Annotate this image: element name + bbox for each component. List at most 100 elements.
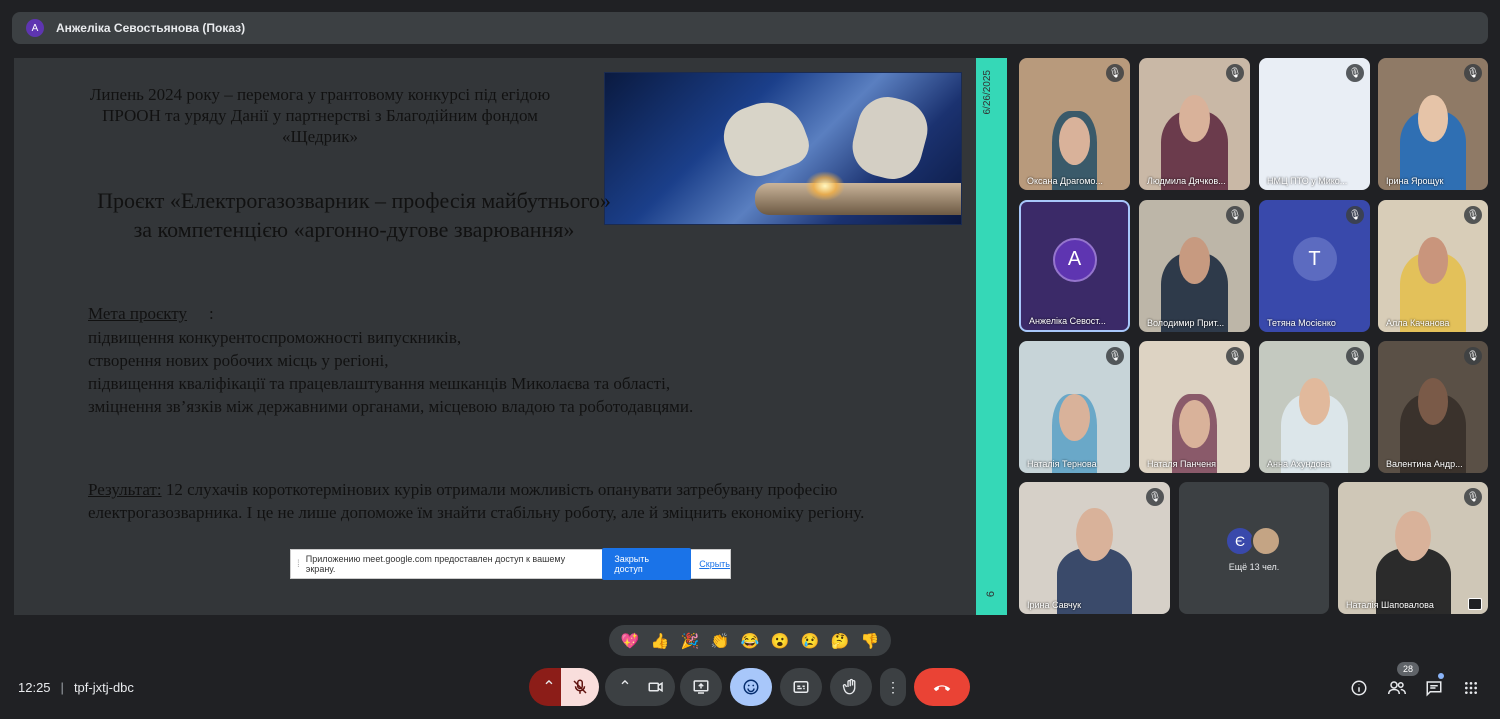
reaction-sad[interactable]: 😢 [801,632,820,650]
reaction-party[interactable]: 🎉 [681,632,700,650]
reaction-thinking[interactable]: 🤔 [831,632,850,650]
presenter-label: Анжеліка Севостьянова (Показ) [56,21,246,35]
participant-name: Валентина Андр... [1386,459,1463,469]
chat-icon [1426,681,1442,697]
info-icon [1351,680,1367,696]
meeting-details-button[interactable] [1347,676,1371,700]
participant-tile[interactable]: 🎙 НМЦ ПТО у Мико... [1259,58,1370,190]
presenter-avatar: А [26,19,44,37]
goal-colon: : [209,304,214,323]
participant-tile[interactable]: 🎙 Ірина Ярощук [1378,58,1488,190]
participant-tile[interactable]: 🎙 Наталія Шаповалова [1338,482,1488,614]
participant-name: Анжеліка Севост... [1029,316,1106,326]
shared-screen: Липень 2024 року – перемога у грантовому… [14,58,976,615]
slide-date: 6/26/2025 [982,70,993,115]
share-notice-text: Приложению meet.google.com предоставлен … [305,554,566,574]
mic-off-icon: 🎙 [1464,64,1482,82]
raise-hand-button[interactable] [830,668,872,706]
mic-off-icon: 🎙 [1106,347,1124,365]
reaction-laugh[interactable]: 😂 [741,632,760,650]
slide-sidebar: 6/26/2025 6 [976,58,1007,615]
pip-icon[interactable] [1468,598,1482,610]
participant-tile[interactable]: 🎙 Анна Ахундова [1259,341,1370,473]
more-avatars: Є [1225,526,1281,556]
participant-name: Володимир Прит... [1147,318,1225,328]
reaction-thumbs-down[interactable]: 👎 [861,632,880,650]
clock: 12:25 [18,680,51,695]
slide-heading: Липень 2024 року – перемога у грантовому… [89,85,551,146]
meeting-info: 12:25 | tpf-jxtj-dbc [18,680,134,695]
stop-sharing-button[interactable]: Закрыть доступ [602,548,692,580]
captions-icon [793,681,809,693]
mic-toggle-button[interactable] [561,668,599,706]
participant-name: Алла Качанова [1386,318,1450,328]
mic-off-icon: 🎙 [1464,206,1482,224]
drag-handle-icon[interactable]: ⁞ [297,559,300,570]
participant-name: Тетяна Мосієнко [1267,318,1336,328]
participant-avatar: Т [1292,237,1337,282]
participant-name: Наталія Шаповалова [1346,600,1434,610]
camera-toggle-button[interactable] [637,668,675,706]
more-options-button[interactable]: ⋮ [880,668,906,706]
chevron-up-icon: ⌃ [618,679,632,696]
mic-off-icon: 🎙 [1106,64,1124,82]
reaction-heart[interactable]: 💖 [621,632,640,650]
participant-name: Наталя Панченя [1147,459,1216,469]
people-button[interactable] [1385,676,1409,700]
result-label: Результат: [88,480,162,499]
participant-tile[interactable]: 🎙 Алла Качанова [1378,200,1488,332]
mic-off-icon: 🎙 [1226,64,1244,82]
participant-name: Ірина Ярощук [1386,176,1444,186]
goal-label: Мета проєкту [88,304,188,323]
mic-off-icon: 🎙 [1346,347,1364,365]
participant-tile[interactable]: 🎙 Людмила Дячков... [1139,58,1250,190]
meeting-code: tpf-jxtj-dbc [73,680,134,695]
welding-photo [604,72,962,225]
participant-tile[interactable]: 🎙 Ірина Савчук [1019,482,1170,614]
apps-grid-icon [1465,682,1477,694]
captions-button[interactable] [780,668,822,706]
slide-title: Проєкт «Електрогазозварник – професія ма… [97,188,611,242]
hand-icon [842,678,856,695]
goal-line: зміцнення зв’язків між державними органа… [88,397,694,416]
participant-name: Ірина Савчук [1027,600,1082,610]
leave-call-button[interactable] [914,668,970,706]
result-paragraph: Результат: 12 слухачів короткотермінових… [88,478,908,524]
participant-name: Людмила Дячков... [1147,176,1226,186]
participant-name: Анна Ахундова [1267,459,1331,469]
hide-notice-link[interactable]: Скрыть [699,559,730,569]
mic-off-icon: 🎙 [1346,206,1364,224]
share-notice: ⁞ Приложению meet.google.com предоставле… [290,548,731,580]
participant-tile[interactable]: 🎙 Валентина Андр... [1378,341,1488,473]
result-text: 12 слухачів короткотермінових курів отри… [88,480,865,522]
chat-button[interactable] [1422,676,1446,700]
separator: | [60,680,64,695]
present-screen-button[interactable] [680,668,722,706]
goal-line: підвищення кваліфікації та працевлаштува… [88,374,671,393]
goal-line: підвищення конкурентоспроможності випуск… [88,328,462,347]
people-count-badge: 28 [1397,662,1419,676]
activities-button[interactable] [1459,676,1483,700]
mic-off-icon: 🎙 [1346,64,1364,82]
reaction-thumbs-up[interactable]: 👍 [651,632,670,650]
reaction-surprised[interactable]: 😮 [771,632,790,650]
camera-icon [648,681,663,693]
participant-tile[interactable]: 🎙 Наталія Тернова [1019,341,1130,473]
participant-tile[interactable]: 🎙 Володимир Прит... [1139,200,1250,332]
mic-off-icon [573,679,587,694]
participant-tile[interactable]: Т 🎙 Тетяна Мосієнко [1259,200,1370,332]
chat-notification-dot [1438,673,1444,679]
more-vert-icon: ⋮ [886,678,900,695]
reactions-button[interactable] [730,668,772,706]
chevron-up-icon: ⌃ [542,679,556,696]
reaction-clap[interactable]: 👏 [711,632,730,650]
participant-photo-avatar [1251,526,1281,556]
participant-tile-active[interactable]: А Анжеліка Севост... [1019,200,1130,332]
goal-list: підвищення конкурентоспроможності випуск… [88,326,693,418]
participant-name: Наталія Тернова [1027,459,1097,469]
participant-tile[interactable]: 🎙 Оксана Драгомо... [1019,58,1130,190]
more-participants-tile[interactable]: Є Ещё 13 чел. [1179,482,1329,614]
end-call-icon [933,685,951,692]
participant-tile[interactable]: 🎙 Наталя Панченя [1139,341,1250,473]
participant-name: НМЦ ПТО у Мико... [1267,176,1348,186]
